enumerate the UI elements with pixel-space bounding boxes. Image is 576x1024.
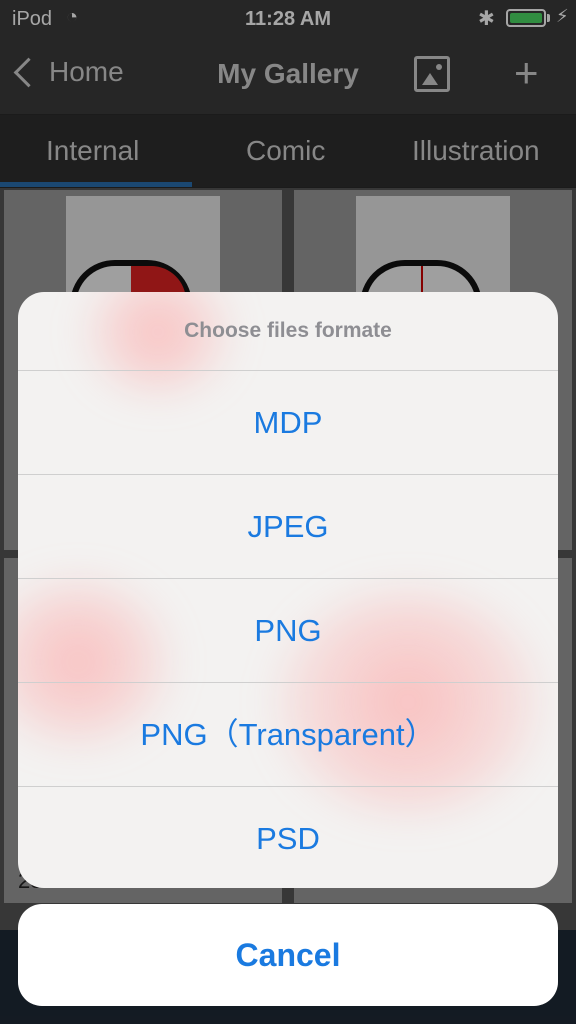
option-jpeg[interactable]: JPEG (18, 474, 558, 578)
action-sheet: Choose files formate MDP JPEG PNG PNG（Tr… (18, 292, 558, 888)
action-sheet-title: Choose files formate (184, 319, 392, 342)
option-png-transparent[interactable]: PNG（Transparent） (18, 682, 558, 786)
cancel-button[interactable]: Cancel (18, 904, 558, 1006)
option-mdp[interactable]: MDP (18, 370, 558, 474)
option-psd[interactable]: PSD (18, 786, 558, 888)
option-png[interactable]: PNG (18, 578, 558, 682)
